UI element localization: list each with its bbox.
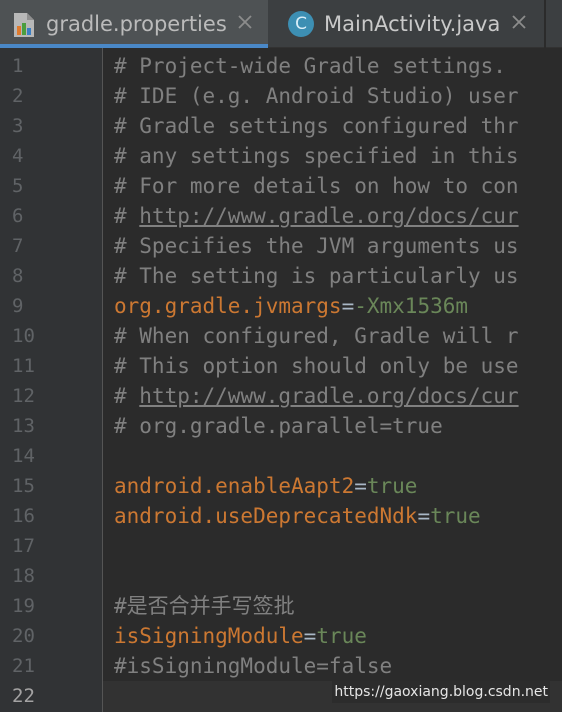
tab-label: gradle.properties <box>46 12 227 36</box>
close-icon[interactable] <box>508 11 530 33</box>
property-key: android.useDeprecatedNdk <box>114 504 418 528</box>
tab-divider <box>544 0 546 48</box>
line-number: 8 <box>12 265 24 287</box>
line-number: 14 <box>12 445 35 467</box>
line-number: 22 <box>12 685 35 707</box>
tab-label: MainActivity.java <box>324 12 501 36</box>
code-line: # http://www.gradle.org/docs/cur <box>114 381 519 411</box>
java-class-icon: C <box>288 11 314 37</box>
comment-text: # any settings specified in this <box>114 144 519 168</box>
line-number: 4 <box>12 145 24 167</box>
tab-gradle-properties[interactable]: gradle.properties <box>0 0 268 48</box>
line-number: 20 <box>12 625 35 647</box>
comment-text: # Project-wide Gradle settings. <box>114 54 506 78</box>
comment-text: # For more details on how to con <box>114 174 519 198</box>
property-separator: = <box>341 294 355 318</box>
property-value: true <box>316 624 367 648</box>
comment-text: # IDE (e.g. Android Studio) user <box>114 84 519 108</box>
code-line: # http://www.gradle.org/docs/cur <box>114 201 519 231</box>
line-number: 5 <box>12 175 24 197</box>
line-number: 10 <box>12 325 35 347</box>
line-number: 13 <box>12 415 35 437</box>
code-line: #是否合并手写签批 <box>114 591 295 621</box>
line-number: 18 <box>12 565 35 587</box>
code-line: android.enableAapt2=true <box>114 471 417 501</box>
tab-main-activity[interactable]: C MainActivity.java <box>272 0 546 48</box>
comment-text: #isSigningModule=false <box>114 654 393 678</box>
comment-text: # Specifies the JVM arguments us <box>114 234 519 258</box>
property-separator: = <box>303 624 317 648</box>
code-line: org.gradle.jvmargs=-Xmx1536m <box>114 291 468 321</box>
property-separator: = <box>354 474 367 498</box>
comment-text: #是否合并手写签批 <box>114 594 295 618</box>
properties-file-icon <box>14 13 34 37</box>
code-line: # IDE (e.g. Android Studio) user <box>114 81 519 111</box>
line-number: 2 <box>12 85 24 107</box>
comment-prefix: # <box>114 204 140 228</box>
line-number: 3 <box>12 115 24 137</box>
line-number: 19 <box>12 595 35 617</box>
code-line: isSigningModule=true <box>114 621 367 651</box>
line-number: 21 <box>12 655 35 677</box>
comment-text: # org.gradle.parallel=true <box>114 414 443 438</box>
comment-text: # This option should only be use <box>114 354 519 378</box>
comment-text: # The setting is particularly us <box>114 264 519 288</box>
property-separator: = <box>417 504 431 528</box>
editor-tab-bar: gradle.properties C MainActivity.java <box>0 0 562 48</box>
line-number: 16 <box>12 505 35 527</box>
line-number: 11 <box>12 355 35 377</box>
property-value: true <box>366 474 418 498</box>
code-line: # Specifies the JVM arguments us <box>114 231 519 261</box>
code-line: android.useDeprecatedNdk=true <box>114 501 481 531</box>
comment-text: # Gradle settings configured thr <box>114 114 519 138</box>
code-line: # The setting is particularly us <box>114 261 519 291</box>
comment-link[interactable]: http://www.gradle.org/docs/cur <box>139 204 518 228</box>
code-line: #isSigningModule=false <box>114 651 392 681</box>
property-key: isSigningModule <box>114 624 304 648</box>
code-line: # When configured, Gradle will r <box>114 321 519 351</box>
property-key: android.enableAapt2 <box>114 474 355 498</box>
code-line: # Gradle settings configured thr <box>114 111 519 141</box>
property-value: -Xmx1536m <box>354 294 469 318</box>
property-value: true <box>430 504 481 528</box>
code-line: # org.gradle.parallel=true <box>114 411 443 441</box>
property-key: org.gradle.jvmargs <box>114 294 342 318</box>
line-number: 6 <box>12 205 24 227</box>
line-number: 7 <box>12 235 24 257</box>
close-icon[interactable] <box>234 11 256 33</box>
line-number: 12 <box>12 385 35 407</box>
line-number: 9 <box>12 295 24 317</box>
comment-link[interactable]: http://www.gradle.org/docs/cur <box>139 384 518 408</box>
line-number: 15 <box>12 475 35 497</box>
watermark: https://gaoxiang.blog.csdn.net <box>332 681 550 703</box>
code-line: # For more details on how to con <box>114 171 519 201</box>
line-number: 1 <box>12 55 24 77</box>
code-line: # This option should only be use <box>114 351 519 381</box>
comment-prefix: # <box>114 384 140 408</box>
code-line: # Project-wide Gradle settings. <box>114 51 506 81</box>
line-number: 17 <box>12 535 35 557</box>
comment-text: # When configured, Gradle will r <box>114 324 519 348</box>
code-line: # any settings specified in this <box>114 141 519 171</box>
